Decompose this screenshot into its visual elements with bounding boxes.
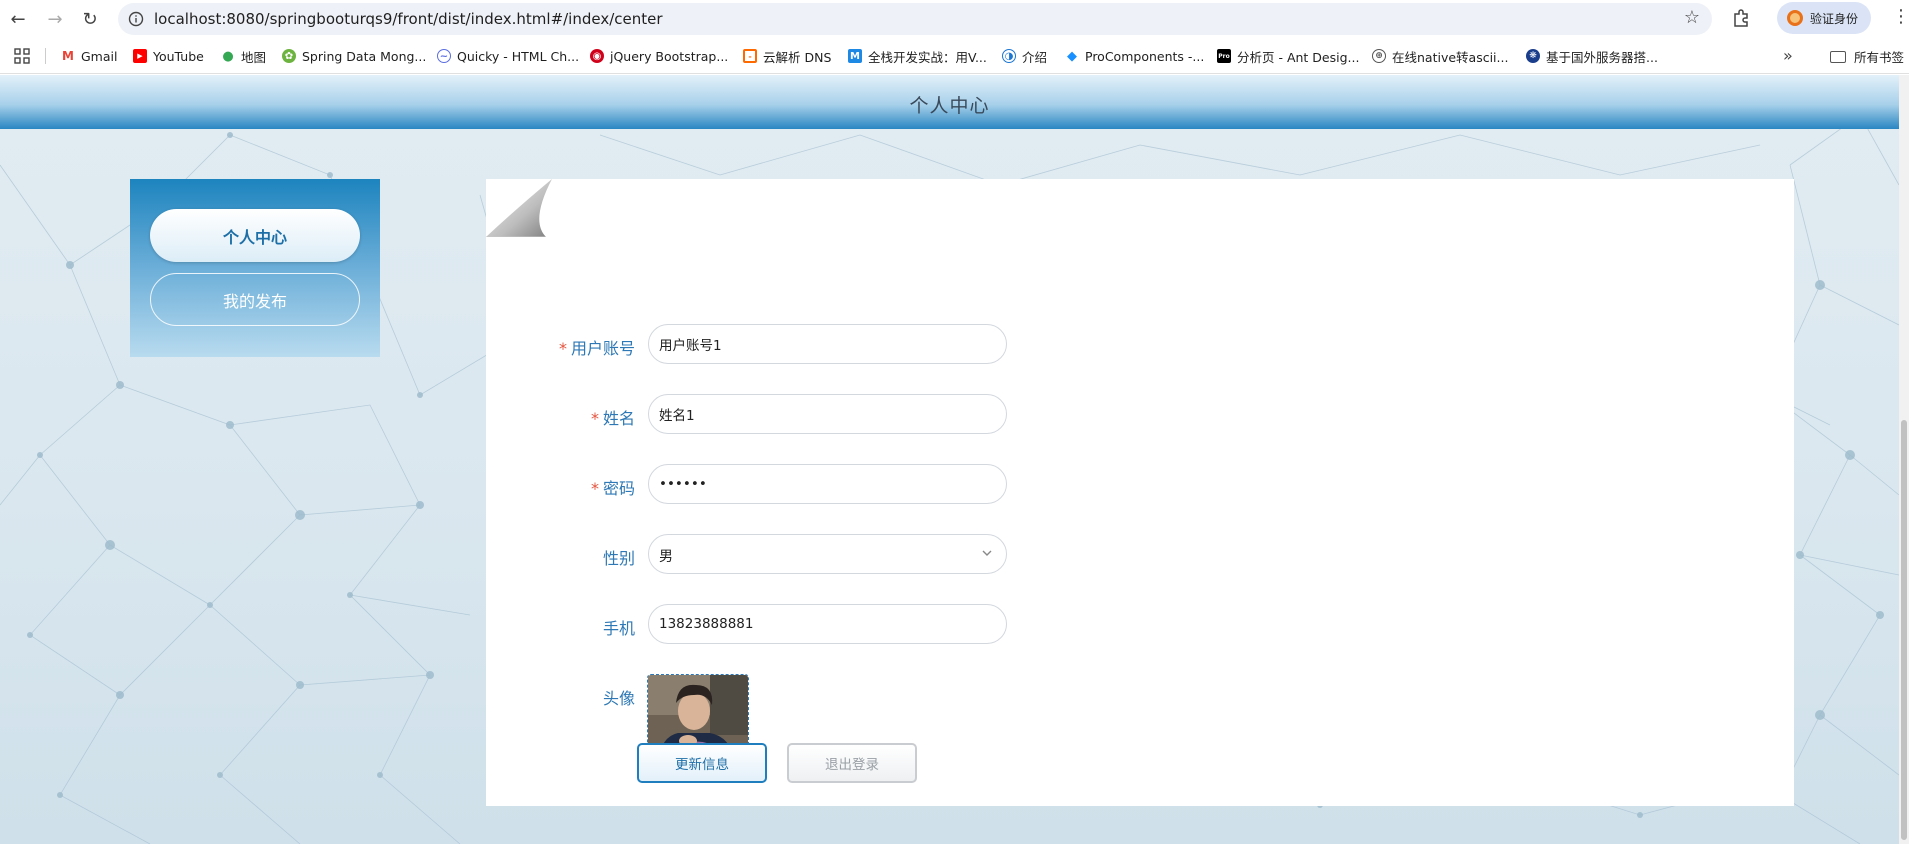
bookmark-youtube[interactable]: ▶ YouTube bbox=[133, 47, 204, 65]
folder-icon bbox=[1830, 50, 1846, 63]
form-row-password: * 密码 bbox=[486, 464, 1086, 504]
bookmark-ant-design[interactable]: Pro 分析页 - Ant Desig... bbox=[1217, 47, 1359, 65]
url-text[interactable]: localhost:8080/springbooturqs9/front/dis… bbox=[154, 10, 663, 28]
bookmark-label: 介绍 bbox=[1022, 49, 1048, 65]
scrollbar-thumb[interactable] bbox=[1901, 420, 1907, 840]
form-row-gender: 性别 男 bbox=[486, 534, 1086, 574]
account-label: * 用户账号 bbox=[515, 335, 635, 359]
profile-avatar-icon bbox=[1787, 10, 1803, 26]
bookmark-fullstack[interactable]: M 全栈开发实战：用V... bbox=[848, 47, 987, 65]
address-bar[interactable]: localhost:8080/springbooturqs9/front/dis… bbox=[118, 3, 1712, 35]
bookmarks-bar: M Gmail ▶ YouTube ● 地图 ✿ Spring Data Mon… bbox=[0, 38, 1909, 74]
profile-button[interactable]: 验证身份 bbox=[1777, 2, 1871, 34]
maps-icon: ● bbox=[222, 48, 234, 64]
pro-icon: Pro bbox=[1217, 49, 1231, 63]
password-label: * 密码 bbox=[515, 475, 635, 499]
bookmark-label: 地图 bbox=[241, 49, 267, 65]
quicky-icon: ~ bbox=[437, 49, 451, 63]
forward-icon[interactable]: → bbox=[42, 6, 68, 32]
spring-icon: ✿ bbox=[282, 49, 296, 63]
required-mark: * bbox=[590, 409, 599, 428]
avatar-label: 头像 bbox=[602, 689, 635, 708]
form-row-account: * 用户账号 bbox=[486, 324, 1086, 364]
gmail-icon: M bbox=[61, 49, 75, 63]
gender-select[interactable]: 男 bbox=[648, 534, 1007, 574]
gender-select-value: 男 bbox=[659, 549, 673, 565]
password-label-text: 密码 bbox=[602, 479, 635, 498]
all-bookmarks-folder[interactable]: 所有书签 bbox=[1830, 47, 1904, 66]
apps-grid-icon[interactable] bbox=[14, 48, 30, 64]
bookmark-maps[interactable]: ● 地图 bbox=[221, 47, 266, 65]
page-scrollbar[interactable] bbox=[1899, 75, 1909, 844]
bookmark-dns[interactable]: - 云解析 DNS bbox=[743, 47, 831, 65]
bookmark-star-icon[interactable]: ☆ bbox=[1684, 7, 1700, 28]
reload-icon[interactable]: ↻ bbox=[77, 6, 103, 32]
jquery-icon: ◉ bbox=[590, 49, 604, 63]
bookmark-intro[interactable]: ◑ 介绍 bbox=[1002, 47, 1047, 65]
dns-icon: - bbox=[743, 49, 757, 63]
bookmark-native-ascii[interactable]: ⊕ 在线native转ascii... bbox=[1372, 47, 1508, 65]
m-icon: M bbox=[848, 49, 862, 63]
browser-menu-icon[interactable]: ⋮ bbox=[1892, 6, 1909, 27]
more-bookmarks-icon[interactable]: » bbox=[1783, 46, 1793, 65]
site-info-icon[interactable] bbox=[128, 11, 144, 27]
bookmark-label: 云解析 DNS bbox=[763, 49, 832, 65]
profile-form-card: *用户账号 *姓名 *密码 性别 男 手机 bbox=[486, 179, 1794, 806]
name-input[interactable] bbox=[648, 394, 1007, 434]
bookmark-spring-data[interactable]: ✿ Spring Data Mong... bbox=[282, 47, 426, 65]
page-header: 个人中心 bbox=[0, 75, 1899, 129]
procomponents-icon: ◆ bbox=[1067, 48, 1077, 64]
name-label-text: 姓名 bbox=[602, 409, 635, 428]
logout-button[interactable]: 退出登录 bbox=[787, 743, 917, 783]
bookmark-quicky[interactable]: ~ Quicky - HTML Ch... bbox=[437, 47, 579, 65]
phone-input[interactable] bbox=[648, 604, 1007, 644]
user-sidebar: 个人中心 我的发布 bbox=[130, 179, 380, 357]
bookmark-label: Quicky - HTML Ch... bbox=[457, 48, 580, 64]
form-row-phone: 手机 bbox=[486, 604, 1086, 644]
account-input[interactable] bbox=[648, 324, 1007, 364]
sidebar-item-my-posts[interactable]: 我的发布 bbox=[150, 273, 360, 326]
bookmark-label: Gmail bbox=[81, 48, 118, 64]
phone-label: 手机 bbox=[602, 619, 635, 638]
bookmark-label: YouTube bbox=[153, 48, 204, 64]
form-row-avatar: 头像 bbox=[486, 674, 1086, 775]
back-icon[interactable]: ← bbox=[5, 6, 31, 32]
browser-toolbar: ← → ↻ localhost:8080/springbooturqs9/fro… bbox=[0, 0, 1909, 38]
globe-icon: ⊕ bbox=[1372, 49, 1386, 63]
profile-label: 验证身份 bbox=[1810, 12, 1859, 26]
required-mark: * bbox=[558, 339, 567, 358]
bookmark-label: 基于国外服务器搭... bbox=[1546, 49, 1658, 65]
extensions-icon[interactable] bbox=[1731, 8, 1751, 28]
bookmark-jquery[interactable]: ◉ jQuery Bootstrap... bbox=[590, 47, 728, 65]
gender-label: 性别 bbox=[602, 549, 635, 568]
page-title: 个人中心 bbox=[909, 95, 990, 117]
intro-icon: ◑ bbox=[1002, 49, 1016, 63]
bookmark-label: 在线native转ascii... bbox=[1392, 49, 1509, 65]
bookmark-label: Spring Data Mong... bbox=[302, 48, 427, 64]
bookmarks-divider bbox=[45, 48, 46, 64]
bookmark-procomponents[interactable]: ◆ ProComponents -... bbox=[1065, 47, 1204, 65]
chevron-down-icon bbox=[982, 550, 992, 556]
bookmarks-folder-label: 所有书签 bbox=[1854, 50, 1905, 65]
server-icon: ❋ bbox=[1526, 49, 1540, 63]
bookmark-label: jQuery Bootstrap... bbox=[610, 48, 729, 64]
page-viewport: 个人中心 个人中心 我的发布 *用户账号 *姓名 *密码 性别 男 bbox=[0, 75, 1909, 844]
bookmark-label: ProComponents -... bbox=[1085, 48, 1205, 64]
required-mark: * bbox=[590, 479, 599, 498]
update-info-button[interactable]: 更新信息 bbox=[637, 743, 767, 783]
page-curl-decoration bbox=[486, 179, 558, 237]
youtube-icon: ▶ bbox=[133, 49, 147, 63]
form-row-name: * 姓名 bbox=[486, 394, 1086, 434]
account-label-text: 用户账号 bbox=[570, 339, 635, 358]
password-input[interactable] bbox=[648, 464, 1007, 504]
bookmark-label: 全栈开发实战：用V... bbox=[868, 49, 987, 65]
bookmark-label: 分析页 - Ant Desig... bbox=[1237, 49, 1360, 65]
bookmark-server[interactable]: ❋ 基于国外服务器搭... bbox=[1526, 47, 1658, 65]
sidebar-item-personal-center[interactable]: 个人中心 bbox=[150, 209, 360, 262]
name-label: * 姓名 bbox=[515, 405, 635, 429]
bookmark-gmail[interactable]: M Gmail bbox=[61, 47, 117, 65]
